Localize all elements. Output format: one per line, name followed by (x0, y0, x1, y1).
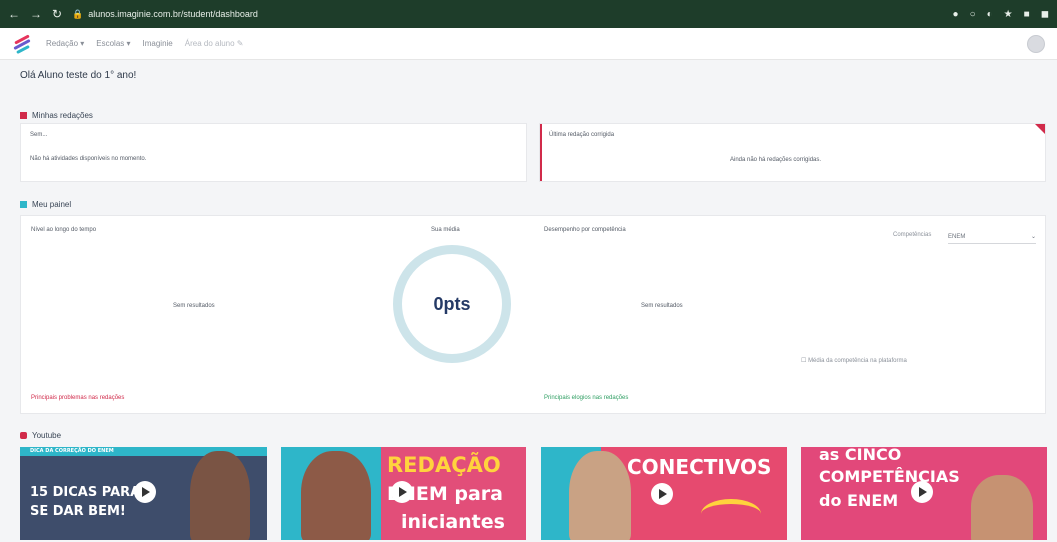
logo[interactable] (12, 33, 32, 54)
praises-link[interactable]: Principais elogios nas redações (544, 395, 628, 401)
forward-icon[interactable]: → (30, 7, 42, 21)
competency-select[interactable]: ENEM ⌄ (948, 230, 1036, 244)
video-title-line: COMPETÊNCIAS (819, 467, 960, 486)
presenter (569, 451, 631, 540)
note-text: Média da competência na plataforma (808, 358, 907, 364)
play-icon[interactable] (911, 481, 933, 503)
lock-icon: 🔒 (72, 8, 84, 19)
essays-icon (20, 112, 27, 119)
section-title-text: Youtube (32, 431, 62, 440)
video-thumbnail-1[interactable]: DICA DA CORREÇÃO DO ENEM 15 DICAS PARA S… (20, 447, 267, 540)
profile-icon[interactable]: ◼ (1041, 9, 1049, 20)
play-icon[interactable] (651, 483, 673, 505)
section-title-essays: Minhas redações (20, 111, 93, 120)
competency-label: Desempenho por competência (544, 227, 626, 233)
panel-card: Nível ao longo do tempo Sua média Sem re… (20, 215, 1046, 414)
checkbox-icon[interactable]: ☐ (801, 358, 806, 364)
card-label: Última redação corrigida (549, 132, 615, 138)
youtube-icon (20, 432, 27, 439)
chevron-down-icon: ⌄ (1030, 234, 1036, 240)
score-value: 0pts (433, 293, 471, 314)
presenter (190, 451, 250, 540)
card-message: Ainda não há redações corrigidas. (730, 157, 822, 163)
video-title-line: do ENEM (819, 491, 899, 510)
menu-item-escolas[interactable]: Escolas ▾ (96, 39, 130, 48)
video-thumbnail-3[interactable]: CONECTIVOS (541, 447, 787, 540)
section-title-videos: Youtube (20, 431, 61, 440)
video-title-line: 15 DICAS PARA (30, 485, 141, 500)
filter-label: Competências (893, 232, 932, 238)
video-thumbnail-2[interactable]: REDAÇÃO ENEM para iniciantes (281, 447, 526, 540)
card-accent (540, 124, 542, 181)
address-text: alunos.imaginie.com.br/student/dashboard (88, 9, 258, 19)
app-header: Redação ▾ Escolas ▾ Imaginie Área do alu… (0, 28, 1057, 60)
card-corner (1035, 124, 1045, 134)
address-bar[interactable]: 🔒 alunos.imaginie.com.br/student/dashboa… (72, 6, 262, 22)
problems-link[interactable]: Principais problemas nas redações (31, 395, 124, 401)
section-title-text: Meu painel (32, 200, 72, 209)
select-value: ENEM (948, 233, 966, 240)
empty-message: Sem resultados (173, 303, 215, 309)
menu-item-imaginie[interactable]: Imaginie (143, 39, 173, 48)
last-corrected-card: Última redação corrigida Ainda não há re… (539, 123, 1046, 182)
card-message: Não há atividades disponíveis no momento… (30, 156, 147, 162)
pending-essays-card: Sem... Não há atividades disponíveis no … (20, 123, 527, 182)
presenter (971, 475, 1033, 540)
reload-icon[interactable]: ↻ (52, 7, 62, 21)
menu-item-area-aluno[interactable]: Área do aluno ✎ (185, 39, 244, 48)
video-title-line: REDAÇÃO (387, 453, 501, 477)
video-title-line: SE DAR BEM! (30, 504, 126, 519)
card-label: Sem... (30, 132, 48, 138)
play-icon[interactable] (134, 481, 156, 503)
extension-icon[interactable]: ■ (1024, 9, 1030, 20)
extension-icon[interactable]: ● (953, 9, 959, 20)
video-kicker: DICA DA CORREÇÃO DO ENEM (30, 448, 114, 454)
main-menu: Redação ▾ Escolas ▾ Imaginie Área do alu… (46, 39, 244, 48)
extension-icon[interactable]: ○ (970, 9, 976, 20)
menu-item-redacao[interactable]: Redação ▾ (46, 39, 84, 48)
play-icon[interactable] (391, 481, 413, 503)
video-thumbnail-4[interactable]: as CINCO COMPETÊNCIAS do ENEM (801, 447, 1047, 540)
level-over-time-label: Nível ao longo do tempo (31, 227, 97, 233)
browser-nav: ← → ↻ (8, 7, 62, 21)
presenter (301, 451, 371, 540)
extension-icon[interactable]: ★ (1004, 9, 1013, 20)
video-title-line: iniciantes (401, 511, 505, 533)
video-title-line: as CINCO (819, 447, 902, 464)
average-label: Sua média (431, 227, 460, 233)
score-ring: 0pts (393, 245, 511, 363)
page-title: Olá Aluno teste do 1° ano! (20, 70, 137, 81)
competency-note: ☐ Média da competência na plataforma (801, 357, 907, 364)
browser-toolbar: ← → ↻ 🔒 alunos.imaginie.com.br/student/d… (0, 0, 1057, 28)
browser-actions: ● ○ ◐ ★ ■ ◼ (953, 9, 1049, 20)
empty-message: Sem resultados (641, 303, 683, 309)
extension-icon[interactable]: ◐ (987, 9, 993, 20)
section-title-panel: Meu painel (20, 200, 71, 209)
section-title-text: Minhas redações (32, 111, 93, 120)
panel-icon (20, 201, 27, 208)
back-icon[interactable]: ← (8, 7, 20, 21)
avatar[interactable] (1027, 34, 1045, 53)
video-title-line: CONECTIVOS (627, 455, 772, 479)
